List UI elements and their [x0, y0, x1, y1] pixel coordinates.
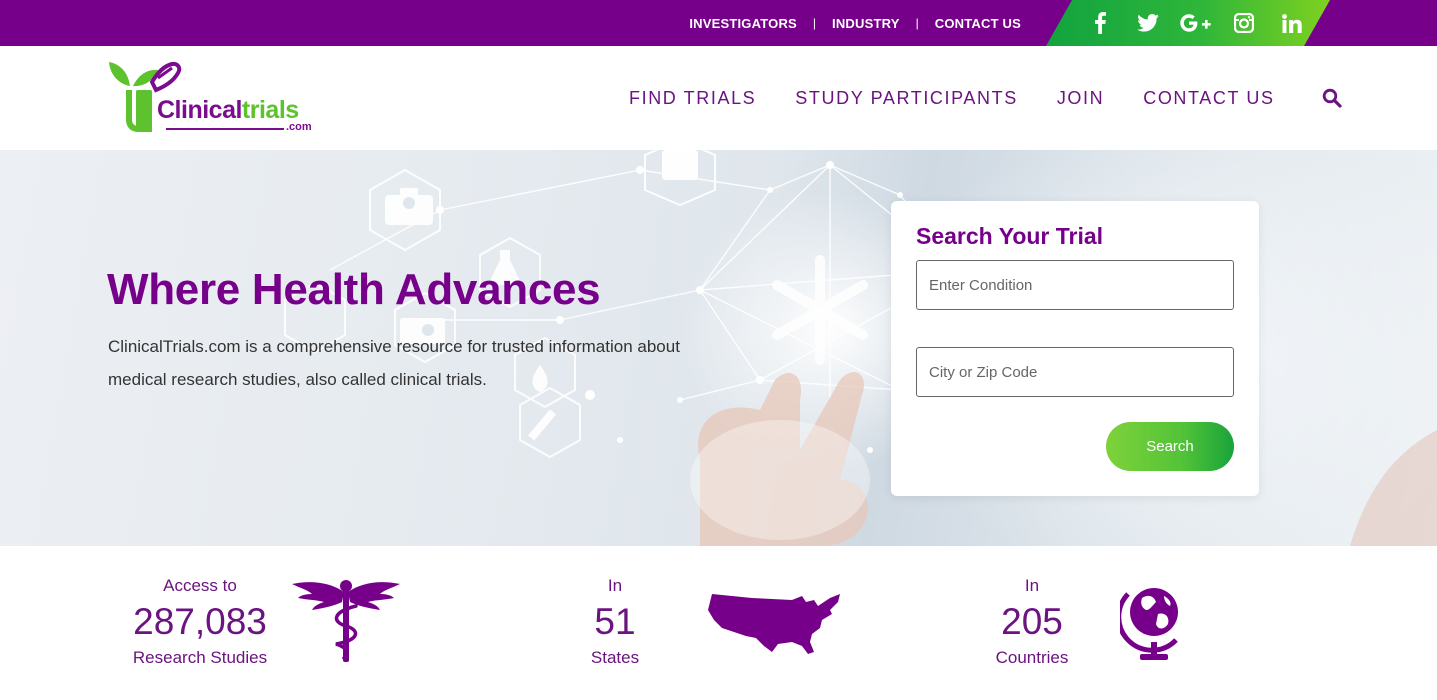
condition-input[interactable] [916, 260, 1234, 310]
caduceus-icon [292, 580, 400, 662]
nav-study-participants[interactable]: STUDY PARTICIPANTS [795, 88, 1018, 109]
globe-icon [1120, 588, 1178, 660]
linkedin-icon[interactable] [1268, 0, 1316, 46]
search-button[interactable]: Search [1106, 422, 1234, 471]
top-link-separator: | [812, 16, 817, 30]
main-header: Clinicaltrials .com FIND TRIALS STUDY PA… [0, 46, 1437, 150]
top-link-investigators[interactable]: INVESTIGATORS [689, 16, 797, 31]
stat-suffix: Research Studies [132, 648, 268, 667]
stats-strip: Access to 287,083 Research Studies In 51… [0, 546, 1437, 700]
magnifier-icon[interactable] [1322, 88, 1342, 108]
search-trial-card: Search Your Trial Search [891, 201, 1259, 496]
facebook-icon[interactable] [1076, 0, 1124, 46]
stat-value: 287,083 [133, 601, 267, 642]
stat-text: In 205 Countries [980, 576, 1084, 668]
google-plus-icon[interactable] [1172, 0, 1220, 46]
top-links: INVESTIGATORS | INDUSTRY | CONTACT US [689, 0, 1021, 46]
stat-value: 205 [1001, 601, 1063, 642]
stat-text: In 51 States [560, 576, 670, 668]
logo-underline [166, 128, 284, 130]
top-link-industry[interactable]: INDUSTRY [832, 16, 900, 31]
stat-prefix: In [607, 576, 623, 595]
search-card-title: Search Your Trial [916, 223, 1104, 249]
main-nav: FIND TRIALS STUDY PARTICIPANTS JOIN CONT… [629, 46, 1342, 150]
stat-research-studies: Access to 287,083 Research Studies [120, 546, 420, 700]
logo-word-clinical: Clinical [157, 96, 242, 124]
stat-countries: In 205 Countries [980, 546, 1280, 700]
top-link-separator: | [915, 16, 919, 30]
nav-find-trials[interactable]: FIND TRIALS [629, 88, 756, 109]
hero-description: ClinicalTrials.com is a comprehensive re… [108, 337, 680, 389]
site-logo[interactable]: Clinicaltrials .com [106, 60, 336, 138]
logo-word-trials: trials [241, 96, 299, 124]
stat-states: In 51 States [560, 546, 860, 700]
nav-contact-us[interactable]: CONTACT US [1143, 88, 1274, 109]
location-input[interactable] [916, 347, 1234, 397]
social-links [1046, 0, 1330, 46]
logo-wordmark: Clinicaltrials [157, 96, 299, 125]
top-link-contact-us[interactable]: CONTACT US [935, 16, 1021, 31]
stat-prefix: Access to [163, 576, 237, 595]
hero-title: Where Health Advances [107, 265, 601, 314]
hero-banner: Where Health Advances ClinicalTrials.com… [0, 150, 1437, 546]
stat-value: 51 [594, 601, 636, 642]
stat-suffix: States [590, 648, 640, 667]
usa-map-icon [708, 594, 840, 654]
nav-join[interactable]: JOIN [1057, 88, 1104, 109]
top-utility-bar: INVESTIGATORS | INDUSTRY | CONTACT US [0, 0, 1437, 46]
stat-prefix: In [1024, 576, 1040, 595]
logo-suffix: .com [286, 121, 312, 133]
stat-text: Access to 287,083 Research Studies [120, 576, 280, 668]
stat-suffix: Countries [995, 648, 1069, 667]
twitter-icon[interactable] [1124, 0, 1172, 46]
instagram-icon[interactable] [1220, 0, 1268, 46]
